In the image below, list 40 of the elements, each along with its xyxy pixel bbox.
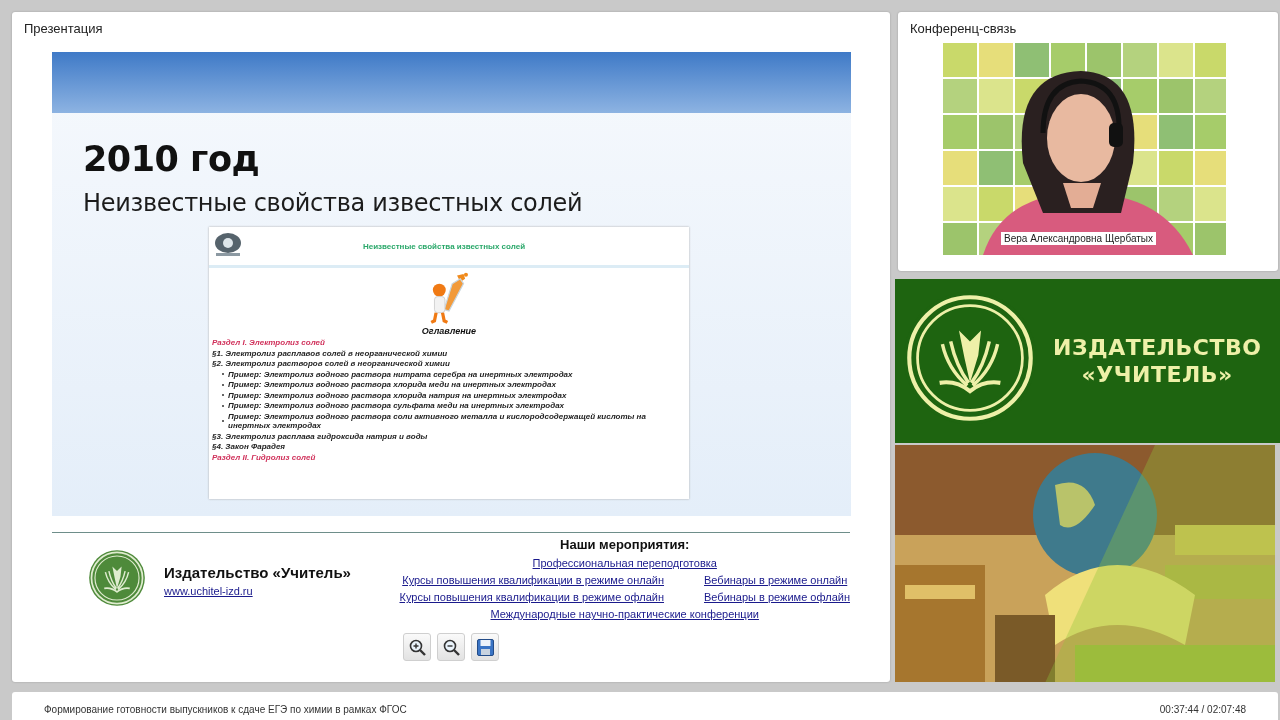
speaker-name: Вера Александровна Щербатых (1001, 232, 1156, 245)
save-icon (475, 637, 495, 657)
toc-paragraph-link[interactable]: §3. Электролиз расплава гидроксида натрия и воды (212, 431, 686, 441)
course-title: Формирование готовности выпускников к сдаче ЕГЭ по химии в рамках ФГОС (44, 703, 407, 715)
event-link[interactable]: Профессиональная переподготовка (532, 557, 717, 569)
publisher-banner-text: ИЗДАТЕЛЬСТВО (1053, 334, 1262, 360)
toc-example-link[interactable]: Пример: Электролиз водного раствора хлорида натрия на инертных электродах (228, 390, 567, 400)
toc-title: Оглавление (420, 326, 478, 336)
event-link[interactable]: Вебинары в режиме офлайн (704, 591, 850, 603)
toc-example-link[interactable]: Пример: Электролиз водного раствора нитрата серебра на инертных электродах (228, 369, 573, 379)
toc-paragraph-link[interactable]: §1. Электролиз расплавов солей в неорганической химии (212, 348, 686, 358)
events-heading: Наши мероприятия: (560, 537, 690, 552)
website-link[interactable]: www.uchitel-izd.ru (164, 584, 351, 597)
playback-time: 00:37:44 / 02:07:48 (1159, 703, 1246, 715)
toc-example-link[interactable]: Пример: Электролиз водного раствора соли активного металла и кислородсодержащей кислоты на инертных электродах (228, 411, 686, 431)
zoom-in-icon (407, 637, 427, 657)
figure-with-test-tube-icon (428, 272, 470, 326)
event-link[interactable]: Курсы повышения квалификации в режиме офлайн (399, 591, 664, 603)
toc-example-link[interactable]: Пример: Электролиз водного раствора сульфата меди на инертных электродах (228, 401, 565, 411)
slide-heading: 2010 год (83, 139, 261, 179)
slide-subheading: Неизвестные свойства известных солей (83, 189, 584, 217)
toc-paragraph-link[interactable]: §2. Электролиз растворов солей в неорганической химии (212, 359, 686, 369)
toc-paragraph-link[interactable]: §4. Закон Фарадея (212, 442, 686, 452)
event-link[interactable]: Курсы повышения квалификации в режиме онлайн (402, 574, 664, 586)
toc-example-link[interactable]: Пример: Электролиз водного раствора хлорида меди на инертных электродах (228, 380, 556, 390)
publisher-logo-icon (88, 549, 146, 607)
save-button[interactable] (471, 633, 499, 661)
toc-section-link[interactable]: Раздел I. Электролиз солей (212, 338, 686, 348)
site-title: Неизвестные свойства известных солей (361, 241, 527, 251)
toc-section-link[interactable]: Раздел II. Гидролиз солей (212, 452, 686, 462)
event-link[interactable]: Международные научно-практические конференции (490, 608, 759, 620)
publisher-name: Издательство «Учитель» (164, 563, 351, 581)
zoom-out-icon (441, 637, 461, 657)
panel-title: Конференц-связь (909, 20, 1018, 38)
event-link[interactable]: Вебинары в режиме онлайн (704, 574, 848, 586)
publisher-banner-text: «УЧИТЕЛЬ» (1081, 361, 1233, 387)
zoom-in-button[interactable] (403, 633, 431, 661)
zoom-out-button[interactable] (437, 633, 465, 661)
site-logo-icon (213, 231, 243, 257)
panel-title: Презентация (23, 20, 104, 38)
